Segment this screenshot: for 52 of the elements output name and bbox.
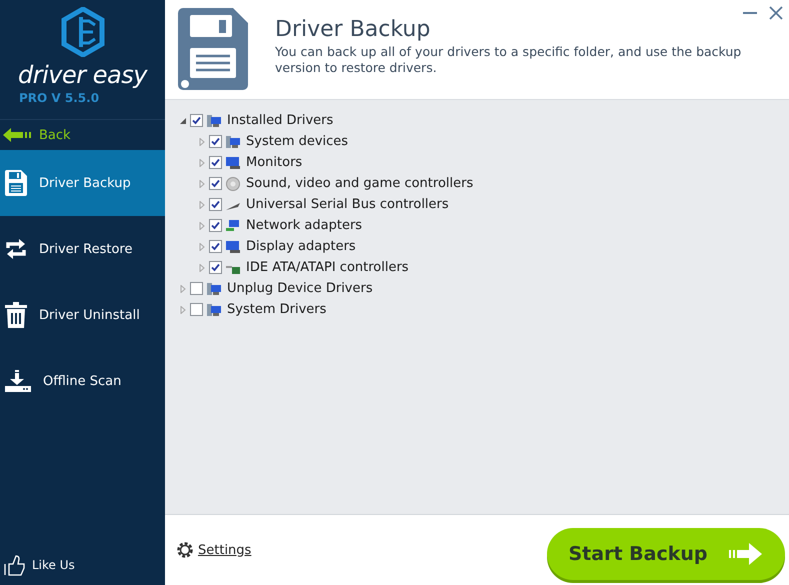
back-link[interactable]: Back — [0, 120, 165, 150]
network-icon — [225, 218, 241, 232]
settings-icon — [175, 540, 195, 560]
computer-icon — [206, 302, 222, 316]
sidebar-item[interactable]: Driver Backup — [0, 150, 165, 216]
computer-icon — [206, 282, 222, 296]
arrow-right-icon — [729, 543, 764, 565]
monitor-icon — [225, 156, 241, 170]
tree-item-label[interactable]: Network adapters — [246, 218, 362, 233]
monitor-icon — [225, 240, 241, 254]
settings-link[interactable]: Settings — [175, 540, 252, 560]
logo-icon — [60, 7, 104, 57]
checkbox[interactable] — [190, 303, 203, 316]
collapse-arrow-icon[interactable] — [179, 116, 187, 124]
tree-item-label[interactable]: Display adapters — [246, 239, 356, 254]
minimize-icon — [742, 12, 758, 14]
sidebar-item[interactable]: Driver Restore — [0, 216, 165, 282]
logo-text: driver easy — [18, 61, 147, 89]
checkbox[interactable] — [209, 135, 222, 148]
checkbox[interactable] — [209, 177, 222, 190]
tree-item-label[interactable]: Monitors — [246, 155, 302, 170]
checkbox[interactable] — [209, 156, 222, 169]
close-button[interactable] — [767, 4, 785, 22]
back-arrow-icon — [3, 127, 33, 143]
version-label: PRO V 5.5.0 — [19, 91, 100, 105]
tree-item-label[interactable]: Installed Drivers — [227, 113, 334, 128]
refresh-icon — [5, 237, 27, 261]
checkbox[interactable] — [190, 114, 203, 127]
page-description: You can back up all of your drivers to a specific folder, and use the backup version to restore drivers. — [275, 44, 742, 76]
trash-icon — [5, 302, 27, 328]
tree-item-label[interactable]: System devices — [246, 134, 348, 149]
sidebar-item[interactable]: Offline Scan — [0, 348, 165, 414]
computer-icon — [225, 134, 241, 148]
checkbox[interactable] — [209, 240, 222, 253]
start-backup-button[interactable]: Start Backup — [547, 528, 785, 580]
sidebar-item[interactable]: Driver Uninstall — [0, 282, 165, 348]
checkbox[interactable] — [190, 282, 203, 295]
speaker-icon — [225, 176, 241, 190]
like-us-link[interactable]: Like Us — [0, 545, 165, 585]
tree-item-label[interactable]: Universal Serial Bus controllers — [246, 197, 449, 212]
tree-item-label[interactable]: Unplug Device Drivers — [227, 281, 373, 296]
page-title: Driver Backup — [275, 17, 432, 42]
tree-item-label[interactable]: System Drivers — [227, 302, 326, 317]
computer-icon — [206, 114, 222, 128]
checkbox[interactable] — [209, 261, 222, 274]
download-icon — [5, 370, 31, 392]
tree-item-label[interactable]: IDE ATA/ATAPI controllers — [246, 260, 409, 275]
tree-item-label[interactable]: Sound, video and game controllers — [246, 176, 474, 191]
checkbox[interactable] — [209, 219, 222, 232]
close-icon — [769, 6, 783, 20]
thumbs-up-icon — [4, 554, 26, 576]
checkbox[interactable] — [209, 198, 222, 211]
